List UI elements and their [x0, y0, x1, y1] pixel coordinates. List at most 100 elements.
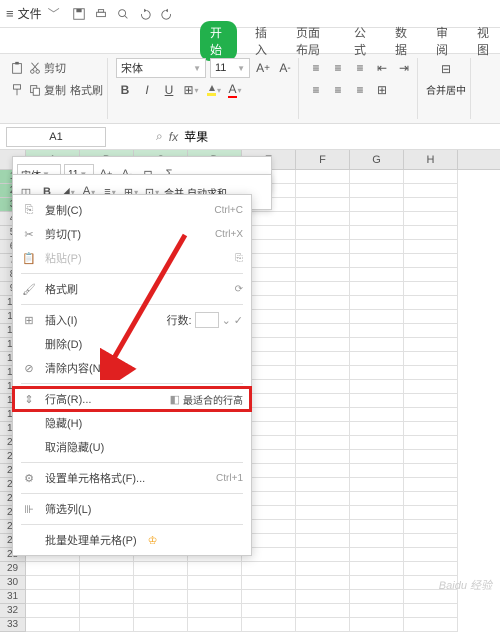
ctx-hide[interactable]: 隐藏(H)	[13, 411, 251, 435]
cell[interactable]	[188, 604, 242, 618]
cell[interactable]	[296, 352, 350, 366]
cell[interactable]	[350, 170, 404, 184]
ctx-delete[interactable]: 删除(D)	[13, 332, 251, 356]
cell[interactable]	[242, 618, 296, 632]
cell[interactable]	[296, 170, 350, 184]
cell[interactable]	[296, 240, 350, 254]
ctx-unhide[interactable]: 取消隐藏(U)	[13, 435, 251, 459]
wrap-icon[interactable]: ⊞	[373, 81, 391, 99]
ctx-copy[interactable]: ⎘复制(C)Ctrl+C	[13, 198, 251, 222]
cell[interactable]	[350, 380, 404, 394]
bold-button[interactable]: B	[116, 81, 134, 99]
cell[interactable]	[296, 212, 350, 226]
cell[interactable]	[350, 324, 404, 338]
indent-inc-icon[interactable]: ⇥	[395, 59, 413, 77]
cell[interactable]	[80, 618, 134, 632]
search-icon[interactable]: ⌕	[156, 129, 163, 144]
cell[interactable]	[404, 380, 458, 394]
cell[interactable]	[350, 464, 404, 478]
cell[interactable]	[350, 394, 404, 408]
cell[interactable]	[296, 464, 350, 478]
print-icon[interactable]	[92, 5, 110, 23]
cell[interactable]	[296, 478, 350, 492]
cell[interactable]	[404, 338, 458, 352]
cell[interactable]	[26, 604, 80, 618]
align-mid-icon[interactable]: ≡	[329, 59, 347, 77]
cell[interactable]	[404, 324, 458, 338]
row-header[interactable]: 32	[0, 604, 26, 618]
cell[interactable]	[296, 310, 350, 324]
cell[interactable]	[350, 408, 404, 422]
indent-dec-icon[interactable]: ⇤	[373, 59, 391, 77]
cell[interactable]	[350, 604, 404, 618]
file-menu[interactable]: 文件	[18, 5, 42, 22]
ctx-paste[interactable]: 📋粘贴(P)⎘	[13, 246, 251, 270]
cell[interactable]	[350, 226, 404, 240]
cell[interactable]	[350, 198, 404, 212]
cell[interactable]	[26, 618, 80, 632]
cell[interactable]	[296, 576, 350, 590]
cell[interactable]	[296, 604, 350, 618]
cell[interactable]	[404, 366, 458, 380]
cell[interactable]	[350, 492, 404, 506]
cell[interactable]	[350, 436, 404, 450]
cell[interactable]	[350, 352, 404, 366]
undo-icon[interactable]	[136, 5, 154, 23]
border-button[interactable]: ⊞▾	[182, 81, 200, 99]
cell[interactable]	[80, 576, 134, 590]
cell[interactable]	[404, 422, 458, 436]
cell[interactable]	[350, 422, 404, 436]
cell[interactable]	[404, 604, 458, 618]
cell[interactable]	[350, 590, 404, 604]
rows-input[interactable]	[195, 312, 219, 328]
cell[interactable]	[296, 254, 350, 268]
col-header[interactable]: F	[296, 150, 350, 169]
cell[interactable]	[350, 240, 404, 254]
merge-label[interactable]: 合并居中	[426, 82, 466, 97]
cell[interactable]	[296, 380, 350, 394]
fill-color-button[interactable]: ▾	[204, 81, 222, 99]
ctx-insert[interactable]: ⊞插入(I)行数:⌄✓	[13, 308, 251, 332]
cell[interactable]	[296, 268, 350, 282]
check-icon[interactable]: ✓	[234, 314, 243, 327]
cell[interactable]	[350, 450, 404, 464]
align-right-icon[interactable]: ≡	[351, 81, 369, 99]
cell[interactable]	[404, 492, 458, 506]
cell[interactable]	[134, 590, 188, 604]
cell[interactable]	[134, 576, 188, 590]
cell[interactable]	[404, 212, 458, 226]
cell[interactable]	[26, 576, 80, 590]
row-header[interactable]: 33	[0, 618, 26, 632]
cell[interactable]	[296, 562, 350, 576]
cell[interactable]	[296, 366, 350, 380]
cell[interactable]	[296, 422, 350, 436]
cell[interactable]	[296, 226, 350, 240]
cell[interactable]	[350, 366, 404, 380]
cell[interactable]	[296, 198, 350, 212]
row-header[interactable]: 31	[0, 590, 26, 604]
cell[interactable]	[296, 520, 350, 534]
copy-button[interactable]: 复制	[28, 82, 66, 98]
font-select[interactable]: 宋体▼	[116, 58, 206, 78]
italic-button[interactable]: I	[138, 81, 156, 99]
cell[interactable]	[404, 310, 458, 324]
cell[interactable]	[404, 226, 458, 240]
ctx-cut[interactable]: ✂剪切(T)Ctrl+X	[13, 222, 251, 246]
col-header[interactable]: G	[350, 150, 404, 169]
chevron-down-icon[interactable]: ﹀	[48, 5, 60, 22]
format-painter-button[interactable]	[10, 83, 24, 97]
cell[interactable]	[350, 310, 404, 324]
tab-review[interactable]: 审阅	[430, 21, 459, 61]
cell[interactable]	[404, 268, 458, 282]
cell[interactable]	[404, 520, 458, 534]
cell[interactable]	[296, 590, 350, 604]
cell[interactable]	[404, 436, 458, 450]
size-select[interactable]: 11▼	[210, 58, 250, 78]
cell[interactable]	[242, 576, 296, 590]
cell[interactable]	[188, 576, 242, 590]
cell[interactable]	[296, 408, 350, 422]
align-top-icon[interactable]: ≡	[307, 59, 325, 77]
tab-view[interactable]: 视图	[471, 21, 500, 61]
cell[interactable]	[404, 506, 458, 520]
cell[interactable]	[404, 240, 458, 254]
